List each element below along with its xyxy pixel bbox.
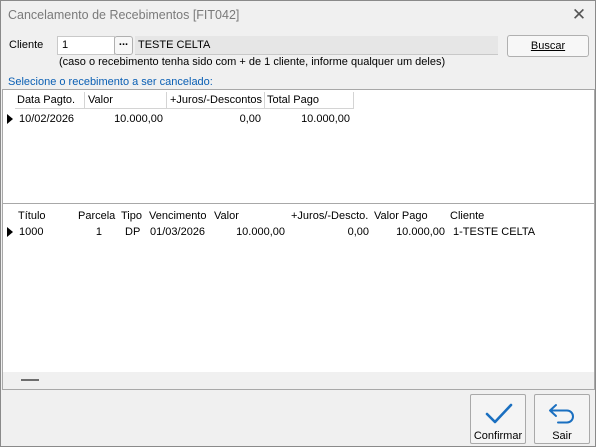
exit-button[interactable]: Sair <box>534 394 590 444</box>
horizontal-scrollbar[interactable] <box>3 372 594 389</box>
window-title: Cancelamento de Recebimentos [FIT042] <box>8 8 240 22</box>
titles-header-pago[interactable]: Valor Pago <box>374 209 428 224</box>
search-button-label: Buscar <box>530 40 566 52</box>
receipts-header-valor[interactable]: Valor <box>88 93 113 108</box>
confirm-label: Confirmar <box>473 430 523 442</box>
table-row[interactable]: 1000 1 DP 01/03/2026 10.000,00 0,00 10.0… <box>3 224 593 241</box>
title-parcela: 1 <box>95 226 102 238</box>
title-valor: 10.000,00 <box>236 226 285 238</box>
titles-header-juros[interactable]: +Juros/-Descto. <box>291 209 368 224</box>
titles-grid[interactable]: Título Parcela Tipo Vencimento Valor +Ju… <box>2 203 595 390</box>
check-icon <box>485 403 513 424</box>
receipts-header-juros[interactable]: +Juros/-Descontos <box>170 93 262 108</box>
title-pago: 10.000,00 <box>396 226 445 238</box>
cliente-name-field: TESTE CELTA <box>135 36 498 55</box>
confirm-button[interactable]: Confirmar <box>470 394 526 444</box>
cliente-hint: (caso o recebimento tenha sido com + de … <box>59 56 446 68</box>
cliente-code-input[interactable]: 1 <box>57 36 115 55</box>
cliente-label: Cliente <box>9 39 44 51</box>
titles-header-titulo[interactable]: Título <box>18 209 46 224</box>
receipt-date: 10/02/2026 <box>19 113 75 125</box>
receipts-grid[interactable]: Data Pagto. Valor +Juros/-Descontos Tota… <box>2 89 595 205</box>
title-number: 1000 <box>19 226 44 238</box>
titles-header-valor[interactable]: Valor <box>214 209 239 224</box>
titles-header-vencimento[interactable]: Vencimento <box>149 209 206 224</box>
receipt-interest: 0,00 <box>239 113 261 125</box>
title-tipo: DP <box>125 226 141 238</box>
titles-header-cliente[interactable]: Cliente <box>450 209 484 224</box>
scrollbar-thumb[interactable] <box>21 379 39 381</box>
dialog-window: Cancelamento de Recebimentos [FIT042] ✕ … <box>0 0 596 447</box>
exit-label: Sair <box>552 430 572 442</box>
receipt-total: 10.000,00 <box>301 113 350 125</box>
receipts-header-total[interactable]: Total Pago <box>267 93 319 108</box>
titles-header-parcela[interactable]: Parcela <box>78 209 115 224</box>
receipt-value: 10.000,00 <box>114 113 163 125</box>
search-button[interactable]: Buscar <box>507 35 589 57</box>
undo-arrow-icon <box>549 404 574 424</box>
close-icon[interactable]: ✕ <box>567 4 591 26</box>
row-marker-icon <box>7 227 13 237</box>
titles-header-tipo[interactable]: Tipo <box>121 209 142 224</box>
title-juros: 0,00 <box>347 226 369 238</box>
section-label: Selecione o recebimento a ser cancelado: <box>8 76 213 88</box>
title-vencimento: 01/03/2026 <box>150 226 206 238</box>
receipts-header-data[interactable]: Data Pagto. <box>17 93 75 108</box>
row-marker-icon <box>7 114 13 124</box>
title-bar: Cancelamento de Recebimentos [FIT042] ✕ <box>1 1 595 30</box>
cliente-lookup-button[interactable]: ... <box>114 36 133 55</box>
title-cliente: 1-TESTE CELTA <box>453 226 536 238</box>
table-row[interactable]: 10/02/2026 10.000,00 0,00 10.000,00 <box>3 111 593 128</box>
